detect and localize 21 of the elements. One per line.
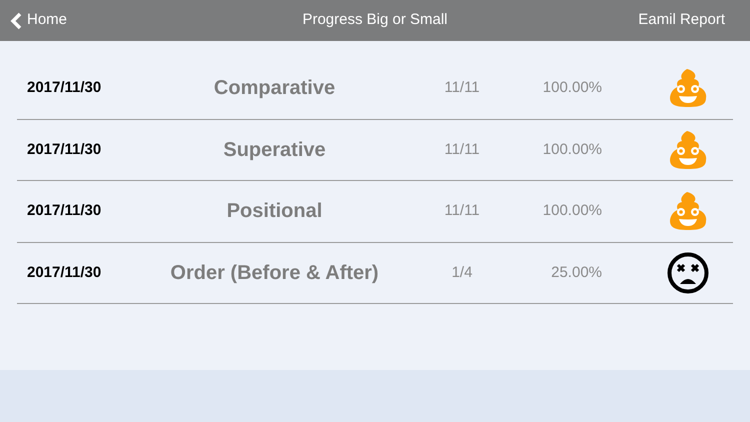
chevron-left-icon bbox=[10, 12, 22, 30]
score-label: 11/11 bbox=[443, 78, 481, 98]
lesson-name: Positional bbox=[226, 199, 324, 224]
score-label: 11/11 bbox=[443, 140, 481, 160]
date-label: 2017/11/30 bbox=[26, 140, 102, 160]
date-label: 2017/11/30 bbox=[26, 201, 102, 221]
score-label: 11/11 bbox=[443, 201, 481, 221]
date-label: 2017/11/30 bbox=[26, 262, 102, 282]
lesson-name: Superative bbox=[222, 138, 327, 163]
lesson-name: Order (Before & After) bbox=[169, 260, 380, 286]
nav-title: Progress Big or Small bbox=[301, 10, 449, 30]
percent-label: 100.00% bbox=[542, 140, 602, 160]
dizzy-face-icon bbox=[666, 252, 708, 294]
percent-label: 100.00% bbox=[542, 201, 602, 221]
percent-label: 100.00% bbox=[542, 78, 602, 98]
date-label: 2017/11/30 bbox=[26, 78, 102, 98]
score-label: 1/4 bbox=[450, 262, 474, 282]
lesson-name: Comparative bbox=[212, 76, 336, 102]
back-button[interactable]: Home bbox=[10, 9, 150, 32]
email-report-button[interactable]: Eamil Report bbox=[600, 9, 740, 32]
percent-label: 25.00% bbox=[550, 262, 602, 282]
